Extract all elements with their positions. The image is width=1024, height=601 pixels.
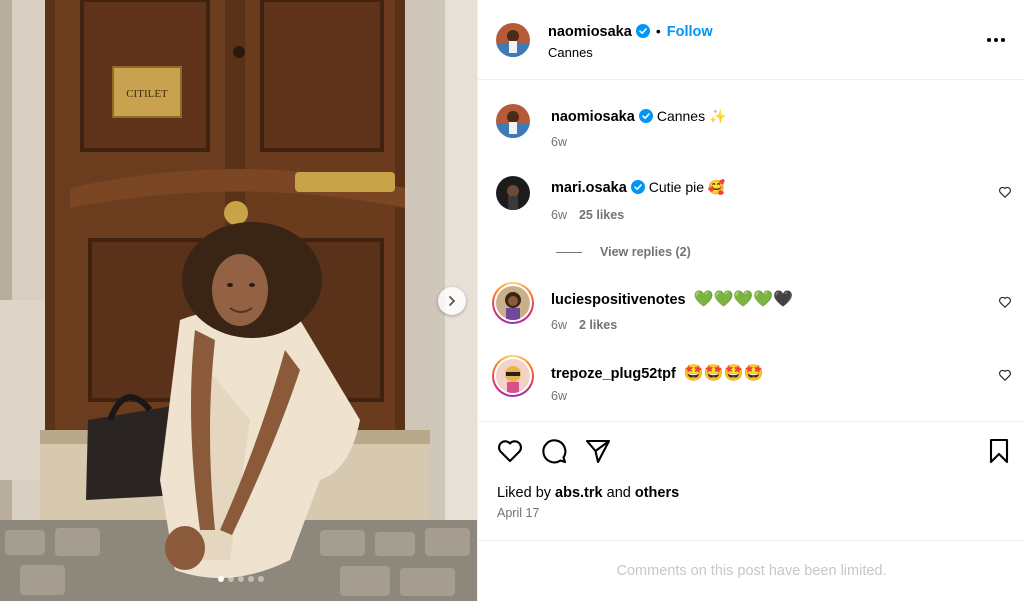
follow-button[interactable]: Follow (667, 24, 713, 40)
comment-line: trepoze_plug52tpf 🤩🤩🤩🤩 (551, 363, 764, 382)
comment-username[interactable]: mari.osaka (551, 180, 627, 196)
verified-badge-icon (635, 24, 650, 38)
caption-time: 6w (551, 135, 567, 149)
comment-line: mari.osaka Cutie pie 🥰 (551, 179, 725, 196)
liked-by-prefix: Liked by (497, 485, 552, 501)
verified-badge-icon (630, 180, 645, 194)
caption-author-avatar[interactable] (496, 104, 530, 138)
post-header: naomiosaka • Follow Cannes (478, 0, 1024, 80)
commenter-avatar (496, 286, 530, 320)
commenter-avatar[interactable] (496, 176, 530, 210)
comment-likes[interactable]: 2 likes (579, 318, 617, 332)
author-avatar[interactable] (496, 23, 530, 57)
more-options-icon (987, 38, 1005, 42)
liked-by-and: and (606, 485, 631, 501)
post-location[interactable]: Cannes (548, 45, 593, 60)
heart-icon[interactable] (998, 368, 1012, 382)
comment-username[interactable]: luciespositivenotes (551, 292, 686, 308)
post-photo[interactable]: CITILET (0, 0, 477, 601)
commenter-avatar-image (496, 176, 530, 210)
story-ring-inner (494, 357, 532, 395)
comment-meta: 6w 2 likes (551, 318, 617, 332)
comment-likes[interactable]: 25 likes (579, 208, 624, 222)
actions-divider (478, 421, 1024, 422)
next-photo-button[interactable] (438, 287, 466, 315)
comment-meta: 6w (551, 389, 567, 403)
view-replies-button[interactable]: View replies (2) (556, 245, 691, 259)
footer-divider (478, 540, 1024, 541)
heart-icon[interactable] (998, 185, 1012, 199)
photo-pagination (218, 576, 264, 582)
separator-dot: • (655, 23, 661, 39)
instagram-post-modal: CITILET naomiosaka • Follow Cannes naomi… (0, 0, 1024, 601)
commenter-avatar-image (496, 286, 530, 320)
replies-divider (556, 251, 582, 253)
post-date[interactable]: April 17 (497, 506, 539, 520)
caption-text: Cannes ✨ (656, 108, 727, 124)
heart-icon[interactable] (496, 437, 524, 465)
story-ring[interactable] (492, 355, 534, 397)
share-icon[interactable] (584, 437, 612, 465)
caption-author[interactable]: naomiosaka (551, 109, 635, 125)
author-avatar-image (496, 23, 530, 57)
chevron-right-icon (449, 296, 456, 306)
pagination-dot (238, 576, 244, 582)
comment-username[interactable]: trepoze_plug52tpf (551, 366, 676, 382)
comment-time: 6w (551, 208, 567, 222)
author-username[interactable]: naomiosaka (548, 24, 632, 40)
door-plaque-text: CITILET (126, 88, 168, 100)
comment-line: luciespositivenotes 💚💚💚💚🖤 (551, 289, 793, 308)
post-photo-image: CITILET (0, 0, 477, 601)
comment-text: 🤩🤩🤩🤩 (683, 363, 764, 382)
comment-time: 6w (551, 318, 567, 332)
liked-by-user[interactable]: abs.trk (555, 485, 603, 501)
pagination-dot (248, 576, 254, 582)
comment-text: 💚💚💚💚🖤 (693, 289, 794, 308)
pagination-dot (228, 576, 234, 582)
comment-icon[interactable] (540, 437, 568, 465)
caption-avatar-image (496, 104, 530, 138)
story-ring-inner (494, 284, 532, 322)
commenter-avatar (496, 359, 530, 393)
pagination-dot (258, 576, 264, 582)
view-replies-label: View replies (2) (600, 245, 691, 259)
comment-meta: 6w 25 likes (551, 208, 624, 222)
caption-line: naomiosaka Cannes ✨ (551, 108, 726, 125)
liked-by: Liked by abs.trk and others (497, 485, 679, 501)
pagination-dot (218, 576, 224, 582)
author-line: naomiosaka • Follow (548, 23, 713, 41)
comments-limited-notice: Comments on this post have been limited. (616, 563, 887, 579)
bookmark-icon[interactable] (985, 437, 1013, 465)
commenter-avatar-image (496, 359, 530, 393)
comment-text: Cutie pie 🥰 (648, 179, 726, 195)
liked-by-others[interactable]: others (635, 485, 679, 501)
verified-badge-icon (638, 109, 653, 123)
post-details-panel: naomiosaka • Follow Cannes naomiosaka Ca… (477, 0, 1024, 601)
story-ring[interactable] (492, 282, 534, 324)
more-options-button[interactable] (984, 30, 1008, 50)
comment-time: 6w (551, 389, 567, 403)
heart-icon[interactable] (998, 295, 1012, 309)
